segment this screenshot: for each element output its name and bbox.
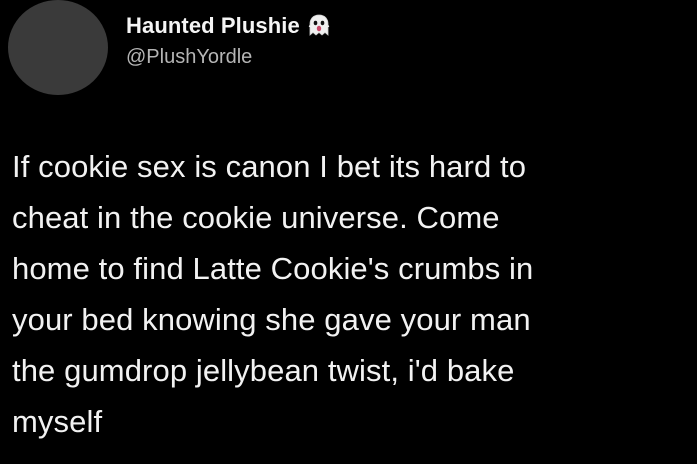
avatar[interactable] xyxy=(8,0,108,95)
author-handle[interactable]: @PlushYordle xyxy=(126,46,330,69)
ghost-icon xyxy=(308,14,330,38)
author-name-row: Haunted Plushie xyxy=(126,12,330,40)
tweet-header: Haunted Plushie @PlushYordle xyxy=(126,12,330,69)
tweet-body-text: If cookie sex is canon I bet its hard to… xyxy=(12,149,534,439)
tweet-card: Haunted Plushie @PlushYordle If cookie s… xyxy=(0,0,697,464)
author-display-name[interactable]: Haunted Plushie xyxy=(126,13,300,39)
